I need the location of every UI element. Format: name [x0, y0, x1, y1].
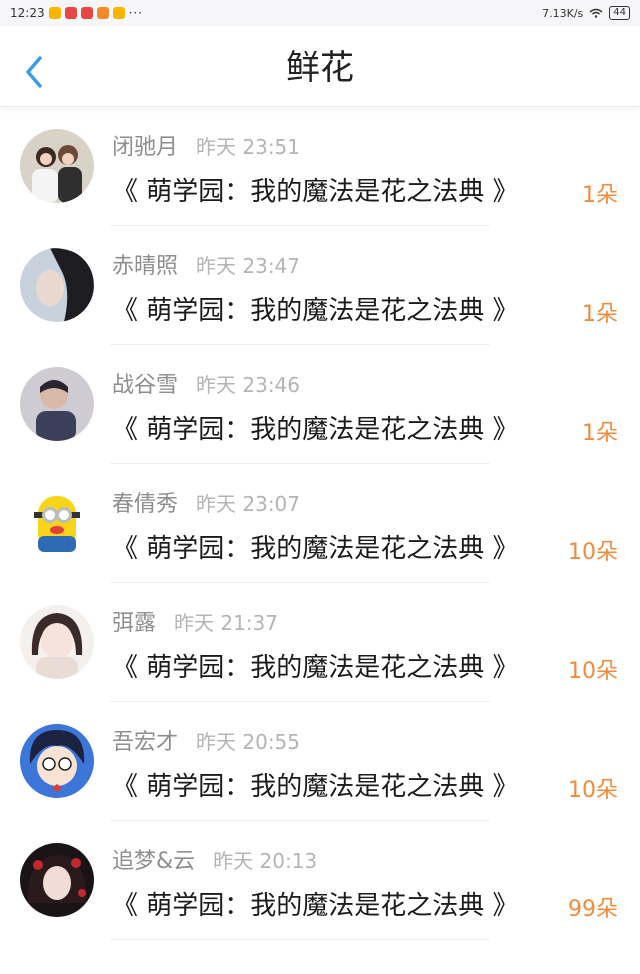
item-meta: 弭露 昨天 21:37 — [112, 605, 278, 637]
avatar-image — [20, 843, 94, 917]
avatar-image — [20, 248, 94, 322]
send-time: 昨天 23:46 — [196, 373, 301, 397]
send-time: 昨天 21:37 — [174, 611, 279, 635]
avatar[interactable] — [20, 486, 94, 560]
avatar[interactable] — [20, 843, 94, 917]
send-time: 昨天 23:51 — [196, 135, 301, 159]
flower-count: 10朵 — [568, 659, 618, 684]
book-title: 《 萌学园：我的魔法是花之法典 》 — [112, 772, 519, 802]
avatar[interactable] — [20, 248, 94, 322]
status-right: 7.13K/s 44 — [542, 6, 630, 20]
list-item[interactable]: 春倩秀 昨天 23:07 《 萌学园：我的魔法是花之法典 》 10朵 — [0, 464, 640, 583]
app-notification-icon — [80, 7, 93, 19]
avatar[interactable] — [20, 605, 94, 679]
user-name: 追梦&云 — [112, 849, 196, 874]
header: 鲜花 — [0, 26, 640, 107]
item-meta: 赤晴照 昨天 23:47 — [112, 248, 300, 280]
flower-count: 10朵 — [568, 540, 618, 565]
book-title: 《 萌学园：我的魔法是花之法典 》 — [112, 891, 519, 921]
item-meta: 追梦&云 昨天 20:13 — [112, 843, 317, 875]
avatar-image — [20, 486, 94, 560]
list-item[interactable]: 战谷雪 昨天 23:46 《 萌学园：我的魔法是花之法典 》 1朵 — [0, 345, 640, 464]
avatar[interactable] — [20, 129, 94, 203]
avatar[interactable] — [20, 367, 94, 441]
list-item[interactable]: 赤晴照 昨天 23:47 《 萌学园：我的魔法是花之法典 》 1朵 — [0, 226, 640, 345]
more-notifications-icon: ··· — [128, 6, 144, 20]
book-title: 《 萌学园：我的魔法是花之法典 》 — [112, 415, 519, 445]
item-meta: 春倩秀 昨天 23:07 — [112, 486, 300, 518]
network-speed: 7.13K/s — [542, 6, 584, 20]
user-name: 战谷雪 — [112, 373, 179, 398]
item-meta: 战谷雪 昨天 23:46 — [112, 367, 300, 399]
status-time: 12:23 — [10, 6, 45, 20]
avatar-image — [20, 605, 94, 679]
user-name: 吾宏才 — [112, 730, 179, 755]
send-time: 昨天 23:47 — [196, 254, 301, 278]
flower-gift-list: 闭驰月 昨天 23:51 《 萌学园：我的魔法是花之法典 》 1朵 赤晴照 昨天… — [0, 107, 640, 940]
book-title: 《 萌学园：我的魔法是花之法典 》 — [112, 177, 519, 207]
battery-icon: 44 — [609, 6, 630, 20]
list-item[interactable]: 吾宏才 昨天 20:55 《 萌学园：我的魔法是花之法典 》 10朵 — [0, 702, 640, 821]
wifi-icon — [589, 8, 603, 18]
user-name: 弭露 — [112, 611, 157, 636]
page-title: 鲜花 — [286, 48, 354, 88]
flower-count: 99朵 — [568, 897, 618, 922]
send-time: 昨天 23:07 — [196, 492, 301, 516]
weibo-notification-icon — [48, 7, 61, 19]
flower-count: 1朵 — [582, 302, 618, 327]
user-name: 春倩秀 — [112, 492, 179, 517]
list-item[interactable]: 弭露 昨天 21:37 《 萌学园：我的魔法是花之法典 》 10朵 — [0, 583, 640, 702]
weibo-notification-icon-2 — [96, 7, 109, 19]
avatar-image — [20, 129, 94, 203]
flower-count: 1朵 — [582, 183, 618, 208]
avatar[interactable] — [20, 724, 94, 798]
user-name: 闭驰月 — [112, 135, 179, 160]
avatar-image — [20, 367, 94, 441]
user-name: 赤晴照 — [112, 254, 179, 279]
flower-count: 1朵 — [582, 421, 618, 446]
status-left: 12:23 ··· — [10, 6, 143, 20]
avatar-image — [20, 724, 94, 798]
flower-count: 10朵 — [568, 778, 618, 803]
item-meta: 吾宏才 昨天 20:55 — [112, 724, 300, 756]
status-bar: 12:23 ··· 7.13K/s 44 — [0, 0, 640, 26]
book-title: 《 萌学园：我的魔法是花之法典 》 — [112, 653, 519, 683]
send-time: 昨天 20:55 — [196, 730, 301, 754]
news-notification-icon — [64, 7, 77, 19]
send-time: 昨天 20:13 — [213, 849, 318, 873]
book-title: 《 萌学园：我的魔法是花之法典 》 — [112, 296, 519, 326]
list-item[interactable]: 追梦&云 昨天 20:13 《 萌学园：我的魔法是花之法典 》 99朵 — [0, 821, 640, 940]
book-title: 《 萌学园：我的魔法是花之法典 》 — [112, 534, 519, 564]
weibo-notification-icon-3 — [112, 7, 125, 19]
item-meta: 闭驰月 昨天 23:51 — [112, 129, 300, 161]
list-item[interactable]: 闭驰月 昨天 23:51 《 萌学园：我的魔法是花之法典 》 1朵 — [0, 107, 640, 226]
